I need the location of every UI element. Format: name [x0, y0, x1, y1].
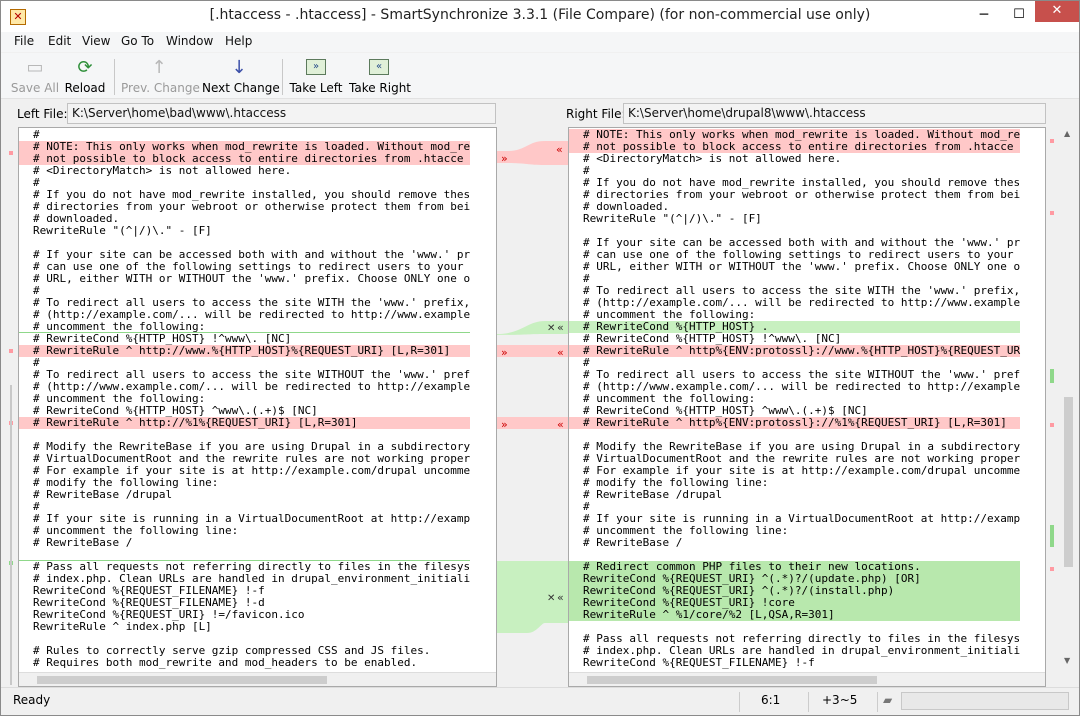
svg-text:«: «: [557, 418, 564, 431]
toolbar: ▭ Save All ⟳ Reload ↑ Prev. Change ↓ Nex…: [1, 53, 1079, 99]
arrow-down-icon: ↓: [231, 57, 247, 78]
right-code: # NOTE: This only works when mod_rewrite…: [569, 129, 1021, 669]
prev-change-button[interactable]: ↑ Prev. Change: [121, 55, 200, 97]
code-line: # URL, either WITH or WITHOUT the 'www.'…: [33, 272, 471, 285]
code-line: # Requires both mod_rewrite and mod_head…: [33, 656, 418, 669]
svg-text:«: «: [557, 321, 564, 334]
title-bar[interactable]: ✕ [.htaccess - .htaccess] - SmartSynchro…: [1, 1, 1079, 32]
right-horizontal-scrollbar[interactable]: [569, 672, 1045, 686]
code-line: RewriteRule ^ index.php [L]: [33, 620, 212, 633]
right-editor-pane[interactable]: # NOTE: This only works when mod_rewrite…: [568, 127, 1046, 687]
svg-text:«: «: [556, 143, 563, 156]
code-line: # RewriteBase /: [33, 536, 133, 549]
close-button[interactable]: ✕: [1035, 1, 1079, 22]
take-left-label: Take Left: [289, 81, 343, 95]
left-file-label: Left File:: [17, 107, 68, 121]
menu-bar: File Edit View Go To Window Help: [1, 32, 1079, 52]
status-ready: Ready: [13, 693, 51, 707]
status-bar: Ready 6:1 +3~5 ▰: [1, 687, 1079, 715]
code-line: # RewriteRule ^ http://www.%{HTTP_HOST}%…: [19, 345, 471, 357]
menu-window[interactable]: Window: [166, 34, 213, 48]
next-change-label: Next Change: [202, 81, 280, 95]
minimize-button[interactable]: ─: [967, 1, 1001, 31]
code-line: RewriteRule "(^|/)\." - [F]: [583, 212, 762, 225]
comment-icon: ▰: [883, 693, 893, 707]
reload-label: Reload: [64, 81, 106, 95]
menu-file[interactable]: File: [14, 34, 34, 48]
code-line: # <DirectoryMatch> is not allowed here.: [583, 152, 842, 165]
left-code: # # NOTE: This only works when mod_rewrit…: [19, 129, 471, 669]
left-editor-pane[interactable]: # # NOTE: This only works when mod_rewrit…: [18, 127, 497, 687]
status-changes: +3~5: [822, 693, 858, 707]
take-right-icon: «: [369, 59, 389, 75]
left-change-overview[interactable]: [5, 127, 15, 687]
right-file-label: Right File:: [566, 107, 626, 121]
prev-change-label: Prev. Change: [121, 81, 200, 95]
next-change-button[interactable]: ↓ Next Change: [202, 55, 280, 97]
maximize-button[interactable]: ☐: [1002, 1, 1036, 31]
svg-text:✕: ✕: [547, 593, 555, 604]
take-right-label: Take Right: [349, 81, 412, 95]
vertical-scrollbar[interactable]: ▲ ▼: [1062, 127, 1075, 667]
diff-connector-gutter[interactable]: » « ✕ « » « » « ✕ «: [497, 127, 568, 687]
code-line: # RewriteRule ^ http%{ENV:protossl}://%1…: [569, 417, 1021, 429]
svg-text:»: »: [501, 152, 508, 165]
right-change-overview[interactable]: [1046, 127, 1058, 687]
take-left-icon: »: [306, 59, 326, 75]
save-all-label: Save All: [10, 81, 60, 95]
menu-help[interactable]: Help: [225, 34, 252, 48]
app-window: ✕ [.htaccess - .htaccess] - SmartSynchro…: [0, 0, 1080, 716]
code-line: # RewriteRule ^ http%{ENV:protossl}://ww…: [569, 345, 1021, 357]
svg-text:»: »: [501, 418, 508, 431]
code-line: # RewriteBase /drupal: [33, 488, 173, 501]
left-horizontal-scrollbar[interactable]: [19, 672, 496, 686]
code-line: RewriteRule ^ %1/core/%2 [L,QSA,R=301]: [569, 609, 1021, 621]
reload-button[interactable]: ⟳ Reload: [63, 55, 107, 97]
code-line: RewriteCond %{REQUEST_FILENAME} !-f: [583, 656, 815, 669]
svg-text:«: «: [557, 346, 564, 359]
svg-text:»: »: [501, 346, 508, 359]
code-line: # RewriteBase /drupal: [583, 488, 723, 501]
code-line: # RewriteRule ^ http://%1%{REQUEST_URI} …: [19, 417, 471, 429]
progress-field: [901, 692, 1069, 710]
svg-text:«: «: [557, 591, 564, 604]
arrow-up-icon: ↑: [151, 57, 167, 78]
left-file-path[interactable]: K:\Server\home\bad\www\.htaccess: [67, 103, 496, 124]
menu-edit[interactable]: Edit: [48, 34, 71, 48]
menu-go-to[interactable]: Go To: [121, 34, 154, 48]
reload-icon: ⟳: [77, 57, 93, 78]
take-right-button[interactable]: « Take Right: [349, 55, 412, 97]
take-left-button[interactable]: » Take Left: [289, 55, 343, 97]
window-title: [.htaccess - .htaccess] - SmartSynchroni…: [209, 7, 871, 23]
svg-text:✕: ✕: [547, 323, 555, 334]
menu-view[interactable]: View: [82, 34, 110, 48]
code-line: # RewriteBase /: [583, 536, 683, 549]
toolbar-separator: [114, 59, 115, 95]
right-file-path[interactable]: K:\Server\home\drupal8\www\.htaccess: [623, 103, 1046, 124]
code-line: # <DirectoryMatch> is not allowed here.: [33, 164, 292, 177]
save-all-button[interactable]: ▭ Save All: [9, 55, 61, 97]
toolbar-separator: [282, 59, 283, 95]
code-line: RewriteRule "(^|/)\." - [F]: [33, 224, 212, 237]
code-line: # URL, either WITH or WITHOUT the 'www.'…: [583, 260, 1021, 273]
save-icon: ▭: [26, 57, 44, 78]
status-position: 6:1: [761, 693, 781, 707]
